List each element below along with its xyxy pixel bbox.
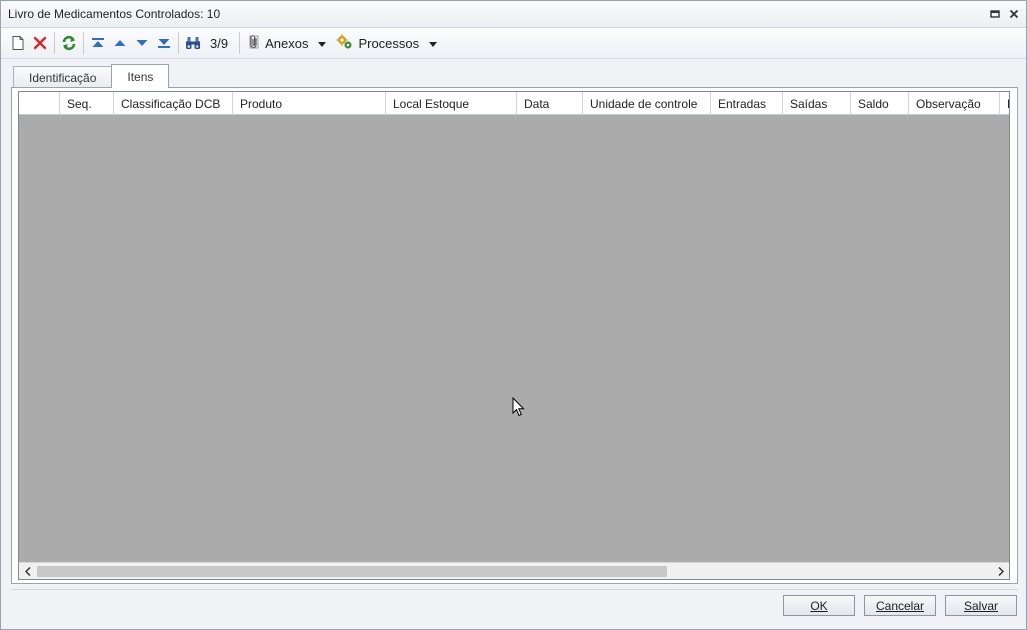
processes-label: Processos xyxy=(358,35,420,51)
toolbar-separator xyxy=(54,32,55,54)
tab-strip: Identificação Itens xyxy=(13,64,170,88)
horizontal-scrollbar[interactable] xyxy=(19,562,1009,579)
first-record-icon[interactable] xyxy=(87,31,109,55)
attachments-menu[interactable]: Anexos xyxy=(243,31,330,55)
toolbar-separator xyxy=(178,32,179,54)
delete-icon[interactable] xyxy=(29,31,51,55)
chevron-down-icon xyxy=(429,36,438,50)
save-button[interactable]: Salvar xyxy=(945,595,1017,616)
column-header-classificacao-dcb[interactable]: Classificação DCB xyxy=(114,92,233,115)
column-header-unidade-de-controle[interactable]: Unidade de controle xyxy=(583,92,711,115)
window-controls xyxy=(989,7,1020,21)
last-record-icon[interactable] xyxy=(153,31,175,55)
gears-icon xyxy=(336,34,354,53)
previous-record-icon[interactable] xyxy=(109,31,131,55)
toolbar-separator xyxy=(239,32,241,54)
column-header-saldo[interactable]: Saldo xyxy=(851,92,909,115)
scroll-right-icon[interactable] xyxy=(992,563,1009,579)
toolbar: 3/9 Anexos Processos xyxy=(1,28,1026,59)
cancel-button[interactable]: Cancelar xyxy=(864,595,936,616)
toolbar-separator xyxy=(83,32,84,54)
processes-menu[interactable]: Processos xyxy=(332,31,441,55)
scroll-left-icon[interactable] xyxy=(19,563,36,579)
ok-button[interactable]: OK xyxy=(783,595,855,616)
column-header-indicator[interactable] xyxy=(19,92,60,115)
tab-label: Identificação xyxy=(29,70,97,85)
attachments-label: Anexos xyxy=(265,35,309,51)
column-header-seq[interactable]: Seq. xyxy=(60,92,114,115)
column-header-local-estoque[interactable]: Local Estoque xyxy=(386,92,517,115)
tab-itens[interactable]: Itens xyxy=(111,64,170,88)
new-document-icon[interactable] xyxy=(7,31,29,55)
grid-body[interactable] xyxy=(19,115,1009,563)
column-header-saidas[interactable]: Saídas xyxy=(783,92,851,115)
tab-identificacao[interactable]: Identificação xyxy=(13,66,113,88)
close-icon[interactable] xyxy=(1008,7,1020,21)
column-header-entradas[interactable]: Entradas xyxy=(711,92,783,115)
grid-header: Seq. Classificação DCB Produto Local Est… xyxy=(19,92,1009,115)
column-header-truncated[interactable]: H xyxy=(1000,92,1009,115)
column-header-produto[interactable]: Produto xyxy=(233,92,386,115)
items-grid[interactable]: Seq. Classificação DCB Produto Local Est… xyxy=(18,91,1010,580)
window: Livro de Medicamentos Controlados: 10 3/… xyxy=(0,0,1027,630)
restore-icon[interactable] xyxy=(989,7,1001,21)
mouse-pointer-icon xyxy=(512,396,525,420)
refresh-icon[interactable] xyxy=(58,31,80,55)
title-bar: Livro de Medicamentos Controlados: 10 xyxy=(1,1,1026,28)
paperclip-icon xyxy=(247,34,261,53)
scrollbar-thumb[interactable] xyxy=(37,566,667,577)
window-title: Livro de Medicamentos Controlados: 10 xyxy=(8,7,221,21)
next-record-icon[interactable] xyxy=(131,31,153,55)
chevron-down-icon xyxy=(318,36,327,50)
footer-divider xyxy=(11,589,1018,590)
column-header-observacao[interactable]: Observação xyxy=(909,92,1000,115)
tab-label: Itens xyxy=(127,69,154,84)
record-position: 3/9 xyxy=(210,35,229,51)
search-binoculars-icon[interactable] xyxy=(182,31,204,55)
column-header-data[interactable]: Data xyxy=(517,92,583,115)
